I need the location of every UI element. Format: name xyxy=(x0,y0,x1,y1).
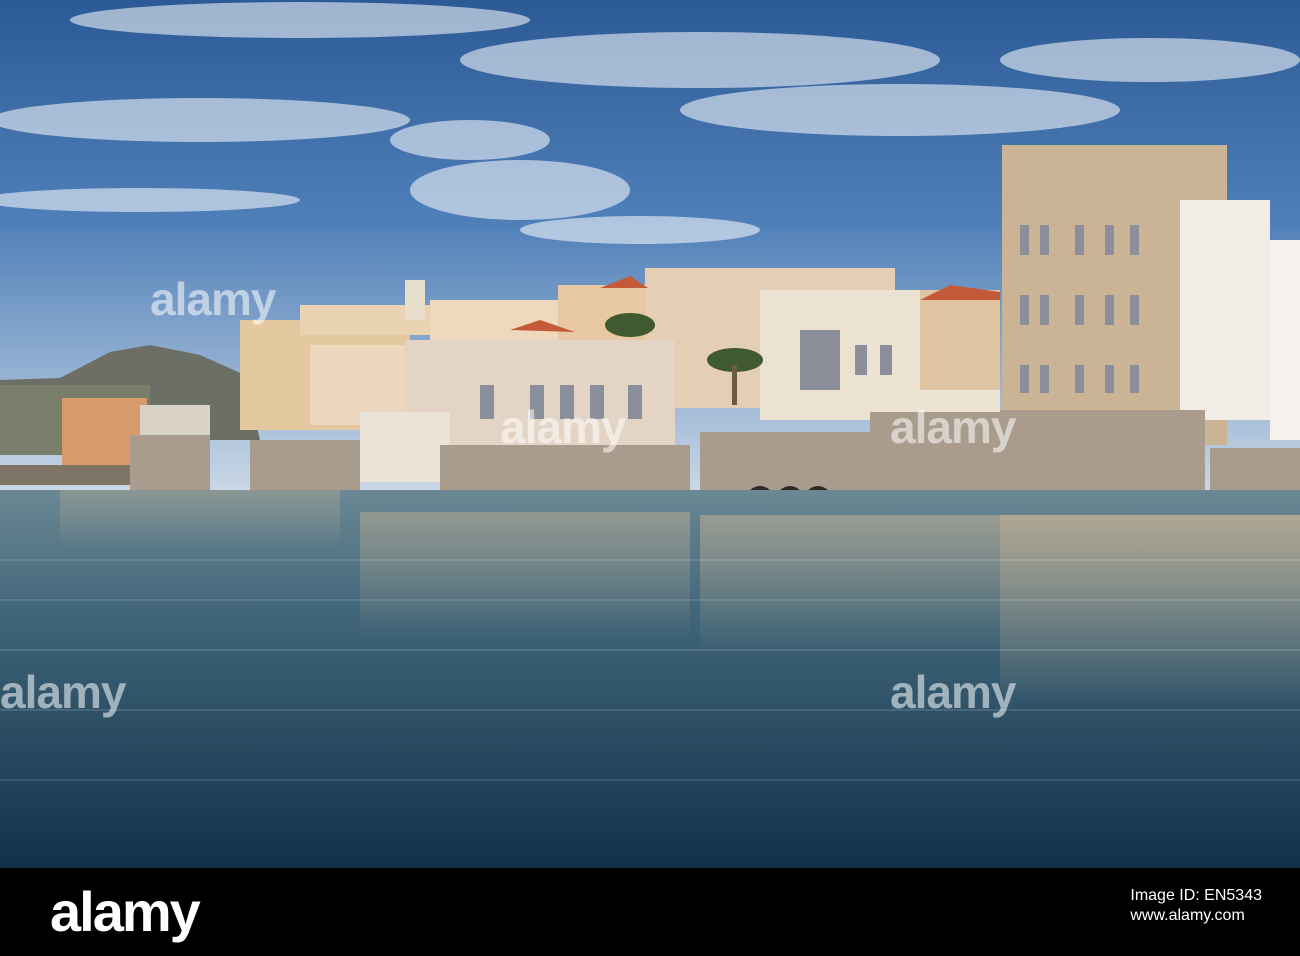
watermark-text: alamy xyxy=(500,401,626,453)
site-url: www.alamy.com xyxy=(1130,907,1245,924)
alamy-logo: alamy xyxy=(50,880,201,943)
watermark-text: alamy xyxy=(890,666,1016,718)
watermark-text: alamy xyxy=(150,273,276,325)
harbour-scene xyxy=(0,0,1300,868)
watermark-text: alamy xyxy=(0,666,126,718)
watermark-text: alamy xyxy=(890,401,1016,453)
photo: alamy alamy alamy alamy alamy xyxy=(0,0,1300,868)
image-id: Image ID: EN5343 xyxy=(1130,887,1262,904)
image-info: Image ID: EN5343 www.alamy.com xyxy=(1130,886,1262,926)
stock-footer: alamy Image ID: EN5343 www.alamy.com xyxy=(0,868,1300,956)
